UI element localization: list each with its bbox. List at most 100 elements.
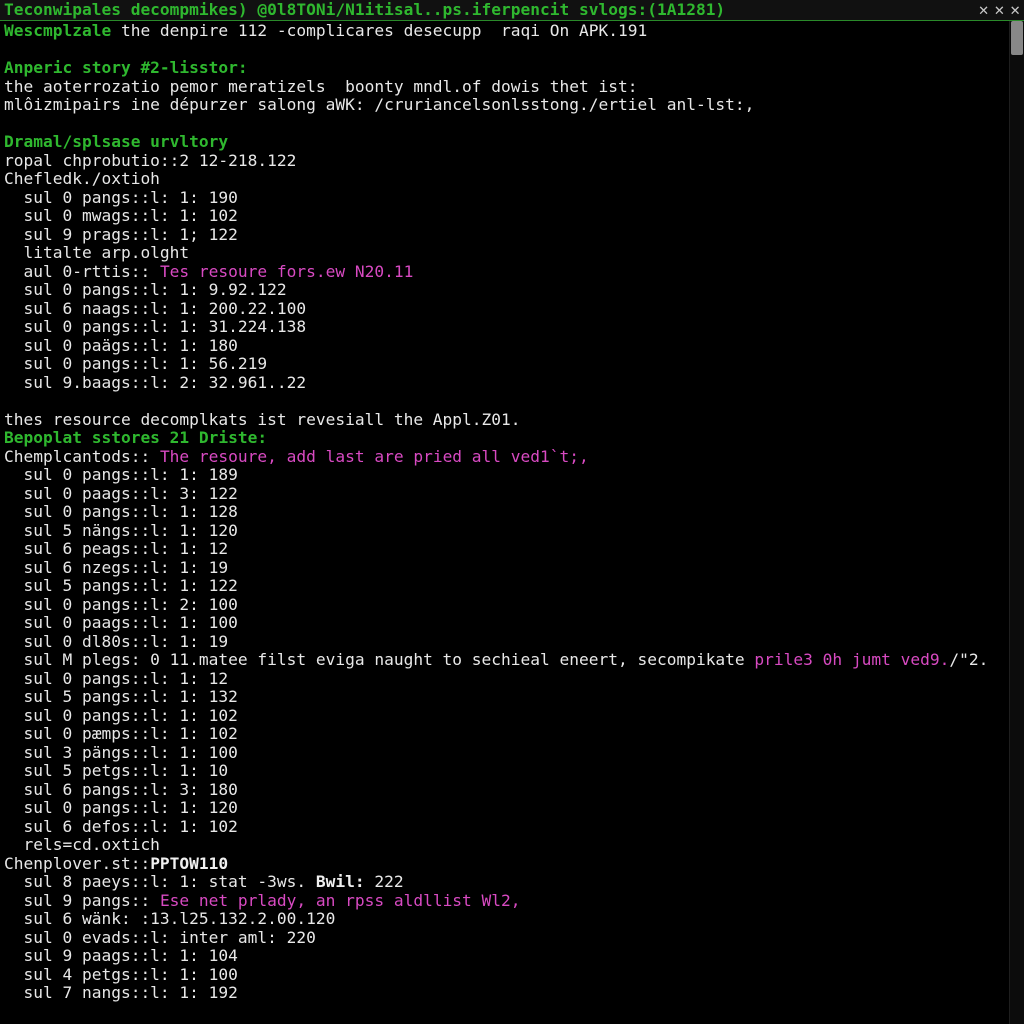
- terminal-line: mlôizmipairs ine dépurzer salong aWK: /c…: [4, 96, 1005, 115]
- terminal-line: sul 0 pangs::l: 1: 190: [4, 189, 1005, 208]
- terminal-text: Anperic story #2-lisstor:: [4, 58, 248, 77]
- terminal-line: sul 6 wänk: :13.l25.132.2.00.120: [4, 910, 1005, 929]
- terminal-text: sul 9.baags::l: 2: 32.961..22: [4, 373, 306, 392]
- terminal-line: thes resource decomplkats ist revesiall …: [4, 411, 1005, 430]
- terminal-line: sul 0 pæmps::l: 1: 102: [4, 725, 1005, 744]
- close-icon[interactable]: ✕: [1010, 1, 1020, 20]
- terminal-text: The resoure, add last are pried all ved1…: [160, 447, 589, 466]
- terminal-text: sul 5 pangs::l: 1: 122: [4, 576, 238, 595]
- terminal-text: [4, 114, 14, 133]
- terminal-text: [4, 391, 14, 410]
- terminal-line: sul 5 petgs::l: 1: 10: [4, 762, 1005, 781]
- terminal-line: sul 0 pangs::l: 1: 102: [4, 707, 1005, 726]
- terminal-line: Anperic story #2-lisstor:: [4, 59, 1005, 78]
- terminal-text: thes resource decomplkats ist revesiall …: [4, 410, 521, 429]
- terminal-text: Tes resoure fors.ew N20.11: [160, 262, 413, 281]
- terminal-line: sul M plegs: 0 11.matee filst eviga naug…: [4, 651, 1005, 670]
- terminal-line: sul 7 nangs::l: 1: 192: [4, 984, 1005, 1003]
- terminal-text: prile3 0h jumt ved9.: [754, 650, 949, 669]
- terminal-line: sul 0 pangs::l: 1: 189: [4, 466, 1005, 485]
- terminal-window: Teconwipales decompmikes) @0l8TONi/N1iti…: [0, 0, 1024, 1024]
- terminal-line: sul 6 naags::l: 1: 200.22.100: [4, 300, 1005, 319]
- terminal-text: sul 0 pangs::l: 1: 189: [4, 465, 238, 484]
- terminal-text: sul 9 paags::l: 1: 104: [4, 946, 238, 965]
- terminal-text: sul M plegs: 0 11.matee filst eviga naug…: [4, 650, 754, 669]
- terminal-text: sul 0 mwags::l: 1: 102: [4, 206, 238, 225]
- window-title: Teconwipales decompmikes) @0l8TONi/N1iti…: [4, 1, 725, 20]
- terminal-text: mlôizmipairs ine dépurzer salong aWK: /c…: [4, 95, 754, 114]
- terminal-line: sul 5 pangs::l: 1: 122: [4, 577, 1005, 596]
- terminal-line: [4, 115, 1005, 134]
- terminal-text: Wescmplzale: [4, 21, 111, 40]
- terminal-text: Chemplcantods::: [4, 447, 160, 466]
- terminal-text: Dramal/splsase urvltory: [4, 132, 228, 151]
- terminal-line: sul 6 defos::l: 1: 102: [4, 818, 1005, 837]
- terminal-text: rels=cd.oxtich: [4, 835, 160, 854]
- window-titlebar: Teconwipales decompmikes) @0l8TONi/N1iti…: [0, 0, 1024, 21]
- terminal-line: sul 0 dl80s::l: 1: 19: [4, 633, 1005, 652]
- minimize-icon[interactable]: ✕: [979, 1, 989, 20]
- terminal-line: Chemplcantods:: The resoure, add last ar…: [4, 448, 1005, 467]
- terminal-text: Chenplover.st::: [4, 854, 150, 873]
- terminal-text: sul 6 naags::l: 1: 200.22.100: [4, 299, 306, 318]
- maximize-icon[interactable]: ✕: [995, 1, 1005, 20]
- terminal-text: sul 0 pangs::l: 1: 12: [4, 669, 228, 688]
- terminal-line: sul 0 paägs::l: 1: 180: [4, 337, 1005, 356]
- terminal-line: sul 9 pangs:: Ese net prlady, an rpss al…: [4, 892, 1005, 911]
- terminal-output[interactable]: Wescmplzale the denpire 112 -complicares…: [0, 21, 1009, 1024]
- terminal-line: sul 0 pangs::l: 2: 100: [4, 596, 1005, 615]
- terminal-line: Chenplover.st::PPTOW110: [4, 855, 1005, 874]
- terminal-line: sul 5 pangs::l: 1: 132: [4, 688, 1005, 707]
- terminal-text: sul 6 pangs::l: 3: 180: [4, 780, 238, 799]
- terminal-line: sul 0 mwags::l: 1: 102: [4, 207, 1005, 226]
- terminal-text: sul 0 paags::l: 3: 122: [4, 484, 238, 503]
- terminal-line: sul 9.baags::l: 2: 32.961..22: [4, 374, 1005, 393]
- terminal-line: Chefledk./oxtioh: [4, 170, 1005, 189]
- scrollbar-track[interactable]: [1009, 21, 1024, 1024]
- terminal-text: sul 3 pängs::l: 1: 100: [4, 743, 238, 762]
- terminal-line: Dramal/splsase urvltory: [4, 133, 1005, 152]
- scrollbar-thumb[interactable]: [1011, 21, 1023, 55]
- terminal-line: sul 5 nängs::l: 1: 120: [4, 522, 1005, 541]
- terminal-text: sul 4 petgs::l: 1: 100: [4, 965, 238, 984]
- terminal-line: litalte arp.olght: [4, 244, 1005, 263]
- terminal-line: sul 0 pangs::l: 1: 128: [4, 503, 1005, 522]
- terminal-text: sul 0 pangs::l: 1: 102: [4, 706, 238, 725]
- terminal-line: sul 0 pangs::l: 1: 31.224.138: [4, 318, 1005, 337]
- window-controls: ✕ ✕ ✕: [979, 1, 1024, 20]
- terminal-text: sul 6 peags::l: 1: 12: [4, 539, 228, 558]
- terminal-text: /"2.: [949, 650, 988, 669]
- terminal-text: sul 7 nangs::l: 1: 192: [4, 983, 238, 1002]
- terminal-text: sul 0 pangs::l: 1: 9.92.122: [4, 280, 287, 299]
- terminal-line: rels=cd.oxtich: [4, 836, 1005, 855]
- terminal-text: sul 0 paägs::l: 1: 180: [4, 336, 238, 355]
- terminal-line: [4, 41, 1005, 60]
- terminal-text: sul 0 pangs::l: 1: 31.224.138: [4, 317, 306, 336]
- terminal-line: the aoterrozatio pemor meratizels boonty…: [4, 78, 1005, 97]
- terminal-text: Chefledk./oxtioh: [4, 169, 160, 188]
- terminal-text: the denpire 112 -complicares desecupp ra…: [111, 21, 647, 40]
- terminal-text: sul 0 evads::l: inter aml: 220: [4, 928, 316, 947]
- terminal-text: sul 0 pangs::l: 1: 56.219: [4, 354, 267, 373]
- terminal-text: sul 0 pangs::l: 2: 100: [4, 595, 238, 614]
- terminal-text: 222: [365, 872, 404, 891]
- terminal-text: sul 8 paeys::l: 1: stat -3ws.: [4, 872, 316, 891]
- terminal-line: sul 0 paags::l: 1: 100: [4, 614, 1005, 633]
- terminal-text: Bwil:: [316, 872, 365, 891]
- terminal-text: sul 6 defos::l: 1: 102: [4, 817, 238, 836]
- terminal-text: sul 9 pangs::: [4, 891, 160, 910]
- terminal-text: sul 5 pangs::l: 1: 132: [4, 687, 238, 706]
- terminal-line: aul 0-rttis:: Tes resoure fors.ew N20.11: [4, 263, 1005, 282]
- terminal-text: litalte arp.olght: [4, 243, 189, 262]
- terminal-line: sul 0 pangs::l: 1: 12: [4, 670, 1005, 689]
- terminal-text: sul 5 petgs::l: 1: 10: [4, 761, 228, 780]
- terminal-text: sul 5 nängs::l: 1: 120: [4, 521, 238, 540]
- terminal-text: sul 0 dl80s::l: 1: 19: [4, 632, 228, 651]
- terminal-text: sul 6 wänk: :13.l25.132.2.00.120: [4, 909, 335, 928]
- terminal-text: sul 6 nzegs::l: 1: 19: [4, 558, 228, 577]
- terminal-line: sul 4 petgs::l: 1: 100: [4, 966, 1005, 985]
- terminal-text: Bepoplat sstores 21 Driste:: [4, 428, 267, 447]
- terminal-line: sul 0 evads::l: inter aml: 220: [4, 929, 1005, 948]
- terminal-text: the aoterrozatio pemor meratizels boonty…: [4, 77, 637, 96]
- terminal-line: sul 9 paags::l: 1: 104: [4, 947, 1005, 966]
